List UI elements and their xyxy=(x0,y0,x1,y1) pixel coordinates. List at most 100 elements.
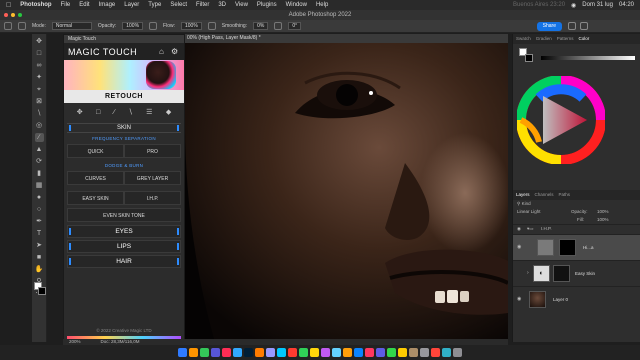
menu-help[interactable]: Help xyxy=(316,2,328,8)
menu-filter[interactable]: Filter xyxy=(196,2,209,8)
app-icon[interactable] xyxy=(299,348,308,357)
menu-plugins[interactable]: Plugins xyxy=(257,2,277,8)
share-button[interactable]: Share xyxy=(536,22,562,31)
smoothing-settings-icon[interactable] xyxy=(274,22,283,30)
quick-select-tool-icon[interactable]: ✦ xyxy=(35,73,44,82)
close-window-button[interactable] xyxy=(4,13,8,17)
history-brush-tool-icon[interactable]: ⟳ xyxy=(35,157,44,166)
grey-layer-button[interactable]: GREY LAYER xyxy=(124,171,181,185)
search-icon[interactable] xyxy=(568,22,576,30)
eraser-tool-icon[interactable]: ▮ xyxy=(35,169,44,178)
minimize-window-button[interactable] xyxy=(11,13,15,17)
healing-tool-icon[interactable]: ◎ xyxy=(35,121,44,130)
menu-type[interactable]: Type xyxy=(148,2,161,8)
wifi-icon[interactable]: ◉ xyxy=(571,2,576,9)
blur-tool-icon[interactable]: ● xyxy=(35,193,44,202)
app-icon[interactable] xyxy=(409,348,418,357)
app-icon[interactable] xyxy=(244,348,253,357)
app-icon[interactable] xyxy=(310,348,319,357)
tab-layers[interactable]: Layers xyxy=(516,190,530,200)
dodge-tool-icon[interactable]: ○ xyxy=(35,205,44,214)
workspace-icon[interactable] xyxy=(580,22,588,30)
tab-gradients[interactable]: Gradien xyxy=(536,34,552,44)
eyedropper-tool-icon[interactable]: ∖ xyxy=(35,109,44,118)
eyes-section[interactable]: EYES xyxy=(67,225,181,238)
app-icon[interactable] xyxy=(354,348,363,357)
quick-button[interactable]: QUICK xyxy=(67,144,124,158)
ihp-button[interactable]: I.H.P. xyxy=(124,191,181,205)
magic-touch-panel-tab[interactable]: Magic Touch xyxy=(64,35,184,43)
app-icon[interactable] xyxy=(332,348,341,357)
home-icon[interactable]: ⌂ xyxy=(159,47,168,56)
app-icon[interactable] xyxy=(266,348,275,357)
hair-section[interactable]: HAIR xyxy=(67,255,181,268)
document-canvas[interactable] xyxy=(185,43,508,342)
gradient-tool-icon[interactable]: ▦ xyxy=(35,181,44,190)
tab-swatches[interactable]: Swatch xyxy=(516,34,531,44)
brightness-slider[interactable] xyxy=(541,56,635,60)
skin-section[interactable]: SKIN xyxy=(67,123,181,133)
path-selection-tool-icon[interactable]: ➤ xyxy=(35,241,44,250)
pro-button[interactable]: PRO xyxy=(124,144,181,158)
photoshop-app-icon[interactable] xyxy=(233,348,242,357)
marquee-tool-icon[interactable]: □ xyxy=(35,49,44,58)
eye-icon[interactable]: ◉ xyxy=(517,244,521,250)
app-icon[interactable] xyxy=(189,348,198,357)
app-icon[interactable] xyxy=(277,348,286,357)
layer-mask-thumbnail[interactable] xyxy=(559,239,576,256)
eyedropper-icon[interactable]: ∖ xyxy=(128,108,132,116)
easy-skin-button[interactable]: EASY SKIN xyxy=(67,191,124,205)
menu-image[interactable]: Image xyxy=(99,2,116,8)
document-tab[interactable]: 00% (High Pass, Layer Mask/8) * xyxy=(185,34,508,43)
clone-stamp-tool-icon[interactable]: ▲ xyxy=(35,145,44,154)
brush-preset-icon[interactable] xyxy=(18,22,26,30)
app-icon[interactable] xyxy=(442,348,451,357)
menu-select[interactable]: Select xyxy=(170,2,187,8)
app-icon[interactable] xyxy=(288,348,297,357)
apple-icon[interactable]:  xyxy=(6,2,11,9)
shape-tool-icon[interactable]: ■ xyxy=(35,253,44,262)
app-icon[interactable] xyxy=(420,348,429,357)
lasso-tool-icon[interactable]: ∞ xyxy=(35,61,44,70)
eye-icon[interactable]: ◉ xyxy=(517,296,521,302)
curves-button[interactable]: CURVES xyxy=(67,171,124,185)
tab-color[interactable]: Color xyxy=(579,34,590,44)
tab-patterns[interactable]: Patterns xyxy=(557,34,574,44)
layer-group-row[interactable]: ◉ ▾▭ I.H.P. xyxy=(513,224,640,234)
select-icon[interactable]: □ xyxy=(96,109,100,116)
menu-window[interactable]: Window xyxy=(286,2,307,8)
flow-field[interactable]: 100% xyxy=(181,22,202,30)
app-icon[interactable] xyxy=(255,348,264,357)
layer-row-layer-0[interactable]: ◉ Layer 0 xyxy=(513,286,640,312)
trash-icon[interactable] xyxy=(453,348,462,357)
app-icon[interactable] xyxy=(365,348,374,357)
app-icon[interactable] xyxy=(211,348,220,357)
brush-icon[interactable]: ∕ xyxy=(114,109,115,116)
layer-row-high-pass[interactable]: ◉ Hi...a xyxy=(513,234,640,260)
menu-edit[interactable]: Edit xyxy=(79,2,89,8)
crop-tool-icon[interactable]: ⌖ xyxy=(35,85,44,94)
zoom-window-button[interactable] xyxy=(18,13,22,17)
frame-tool-icon[interactable]: ⊠ xyxy=(35,97,44,106)
chevron-right-icon[interactable]: › xyxy=(527,270,529,276)
layer-row-easy-skin[interactable]: › ◐ Easy Skin xyxy=(513,260,640,286)
menubar-date[interactable]: Dom 31 lug xyxy=(582,2,613,8)
color-wheel[interactable] xyxy=(517,76,605,164)
app-icon[interactable] xyxy=(376,348,385,357)
move-tool-icon[interactable]: ✥ xyxy=(35,37,44,46)
airbrush-icon[interactable] xyxy=(207,22,216,30)
opacity-field[interactable]: 100% xyxy=(122,22,144,30)
smoothing-field[interactable]: 0% xyxy=(253,22,269,30)
mode-select[interactable]: Normal xyxy=(51,22,92,30)
angle-field[interactable]: 0° xyxy=(288,22,302,30)
hand-tool-icon[interactable]: ✋ xyxy=(35,265,44,274)
layer-kind-filter[interactable]: Kind xyxy=(522,201,531,206)
app-icon[interactable] xyxy=(321,348,330,357)
app-icon[interactable] xyxy=(387,348,396,357)
menu-app-name[interactable]: Photoshop xyxy=(20,2,51,8)
layer-opacity-field[interactable]: 100% xyxy=(597,208,609,216)
lips-section[interactable]: LIPS xyxy=(67,240,181,253)
app-icon[interactable] xyxy=(398,348,407,357)
home-icon[interactable] xyxy=(4,22,12,30)
settings-icon[interactable]: ⚙ xyxy=(171,47,180,56)
